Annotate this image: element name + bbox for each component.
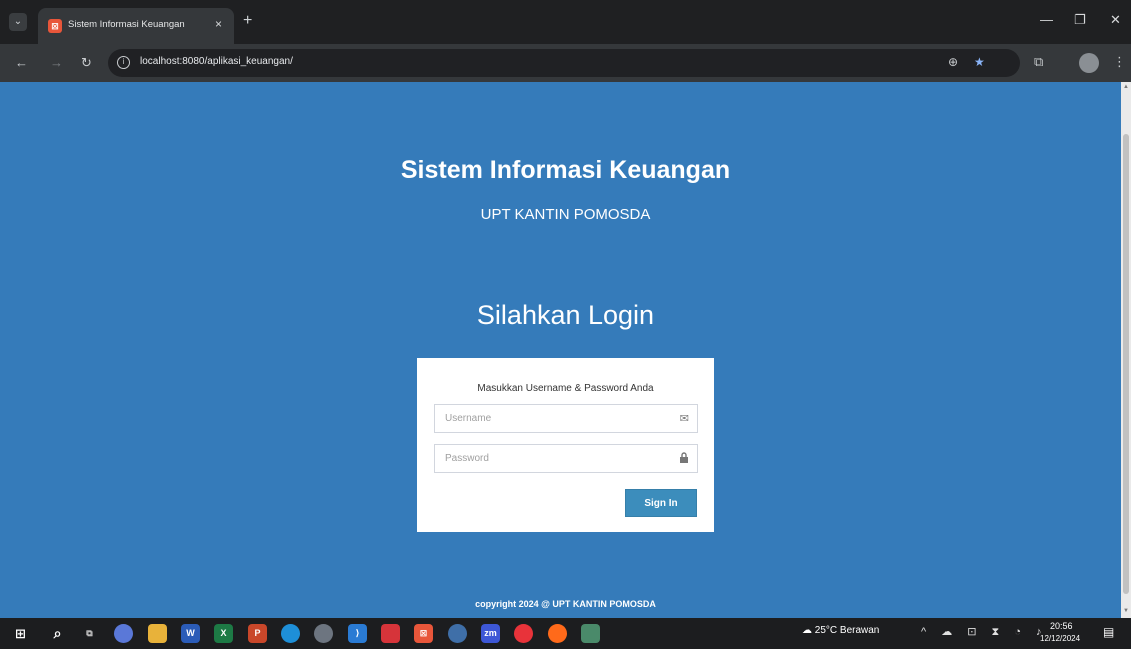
minimize-icon[interactable]: — bbox=[1040, 12, 1053, 27]
browser-toolbar: ← → ↻ i localhost:8080/aplikasi_keuangan… bbox=[0, 44, 1131, 82]
url-text[interactable]: localhost:8080/aplikasi_keuangan/ bbox=[140, 56, 293, 67]
edge-icon[interactable] bbox=[281, 624, 300, 643]
translate-icon[interactable]: ⊕ bbox=[948, 55, 958, 69]
reload-icon[interactable]: ↻ bbox=[81, 55, 92, 71]
login-card: Masukkan Username & Password Anda ✉ Sign… bbox=[417, 358, 714, 532]
username-input[interactable] bbox=[435, 405, 697, 432]
new-tab-button[interactable]: + bbox=[243, 12, 252, 30]
page-scrollbar[interactable]: ▲ ▼ bbox=[1121, 82, 1131, 618]
tab-search-icon[interactable]: ⌄ bbox=[9, 13, 27, 31]
login-heading: Silahkan Login bbox=[476, 300, 655, 330]
system-tray[interactable]: ^ ☁ ⊡ ⧗ ◔ ♪ bbox=[921, 625, 1048, 639]
anydesk-icon[interactable] bbox=[381, 624, 400, 643]
username-field[interactable]: ✉ bbox=[434, 404, 698, 433]
profile-icon[interactable] bbox=[1079, 53, 1099, 73]
powerpoint-icon[interactable]: P bbox=[248, 624, 267, 643]
windows-start-icon[interactable]: ⊞ bbox=[11, 624, 30, 643]
taskbar: ⊞ ⌕ ⧉ W X P ⟩ ⊠ zm ☁ 25°C Berawan ^ ☁ ⊡ … bbox=[0, 618, 1131, 649]
tab-strip: ⌄ ⊠ Sistem Informasi Keuangan × + — ❐ ✕ bbox=[0, 0, 1131, 44]
login-instruction: Masukkan Username & Password Anda bbox=[477, 383, 654, 394]
sign-in-button[interactable]: Sign In bbox=[625, 489, 697, 517]
browser-tab[interactable]: ⊠ Sistem Informasi Keuangan × bbox=[38, 8, 234, 44]
forward-icon[interactable]: → bbox=[50, 55, 63, 70]
copilot-icon[interactable] bbox=[114, 624, 133, 643]
app-subtitle: UPT KANTIN POMOSDA bbox=[480, 206, 651, 223]
app-icon-2[interactable] bbox=[448, 624, 467, 643]
file-explorer-icon[interactable] bbox=[148, 624, 167, 643]
vscode-icon[interactable]: ⟩ bbox=[348, 624, 367, 643]
app-icon[interactable] bbox=[314, 624, 333, 643]
scroll-down-icon[interactable]: ▼ bbox=[1123, 608, 1129, 614]
password-field[interactable] bbox=[434, 444, 698, 473]
tab-title: Sistem Informasi Keuangan bbox=[68, 19, 185, 30]
zoom-icon[interactable]: zm bbox=[481, 624, 500, 643]
clock-time[interactable]: 20:56 bbox=[1050, 621, 1073, 631]
opera-icon[interactable] bbox=[514, 624, 533, 643]
clock-date[interactable]: 12/12/2024 bbox=[1040, 634, 1080, 643]
xampp-favicon-icon: ⊠ bbox=[48, 19, 62, 33]
copyright-text: copyright 2024 @ UPT KANTIN POMOSDA bbox=[475, 599, 656, 609]
weather-text: 25°C Berawan bbox=[814, 625, 880, 636]
back-icon[interactable]: ← bbox=[15, 55, 28, 70]
cloud-icon: ☁ bbox=[802, 625, 815, 636]
weather-widget[interactable]: ☁ 25°C Berawan bbox=[802, 625, 879, 636]
tab-close-icon[interactable]: × bbox=[215, 17, 222, 31]
chrome-icon[interactable] bbox=[581, 624, 600, 643]
task-view-icon[interactable]: ⧉ bbox=[80, 624, 99, 643]
close-window-icon[interactable]: ✕ bbox=[1110, 12, 1121, 28]
password-input[interactable] bbox=[435, 445, 697, 472]
page-viewport: Sistem Informasi Keuangan UPT KANTIN POM… bbox=[0, 82, 1121, 618]
xampp-icon[interactable]: ⊠ bbox=[414, 624, 433, 643]
wps-icon[interactable] bbox=[548, 624, 567, 643]
scroll-thumb[interactable] bbox=[1123, 134, 1129, 594]
word-icon[interactable]: W bbox=[181, 624, 200, 643]
excel-icon[interactable]: X bbox=[214, 624, 233, 643]
menu-icon[interactable]: ⋮ bbox=[1113, 54, 1126, 70]
notification-icon[interactable]: ▤ bbox=[1103, 625, 1114, 639]
restore-icon[interactable]: ❐ bbox=[1074, 12, 1086, 28]
envelope-icon: ✉ bbox=[679, 413, 689, 425]
lock-icon bbox=[679, 452, 689, 466]
extensions-icon[interactable]: ⧉ bbox=[1034, 54, 1043, 70]
search-icon[interactable]: ⌕ bbox=[48, 624, 67, 643]
address-bar[interactable]: i localhost:8080/aplikasi_keuangan/ ⊕ ★ bbox=[108, 49, 1020, 77]
info-icon[interactable]: i bbox=[117, 56, 130, 69]
app-title: Sistem Informasi Keuangan bbox=[400, 156, 731, 184]
star-icon[interactable]: ★ bbox=[974, 55, 985, 69]
scroll-up-icon[interactable]: ▲ bbox=[1123, 84, 1129, 90]
